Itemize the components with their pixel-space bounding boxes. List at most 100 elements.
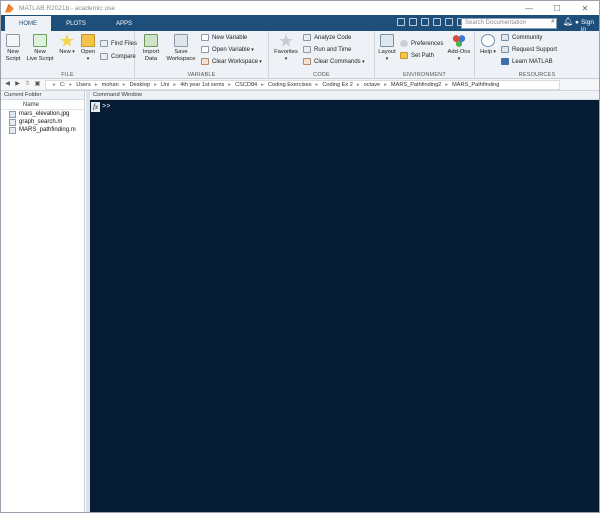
new-variable-button[interactable]: New Variable xyxy=(201,34,247,41)
breadcrumb[interactable]: MARS_Pathfinding xyxy=(452,82,499,88)
learn-matlab-button[interactable]: Learn MATLAB xyxy=(501,58,553,65)
minimize-button[interactable]: — xyxy=(515,1,543,15)
layout-icon xyxy=(380,34,394,47)
open-variable-button[interactable]: Open Variable xyxy=(201,46,254,53)
open-label: Open xyxy=(79,49,97,62)
tab-plots[interactable]: PLOTS xyxy=(53,16,99,31)
new-variable-label: New Variable xyxy=(212,34,248,41)
command-prompt: >> xyxy=(102,103,111,111)
breadcrumb[interactable]: mohan xyxy=(102,82,119,88)
compare-button[interactable]: Compare xyxy=(100,53,136,60)
gear-icon xyxy=(400,40,408,47)
file-group: NewScript NewLive Script New Open Find F… xyxy=(1,31,137,79)
file-item[interactable]: MARS_pathfinding.m xyxy=(1,126,84,134)
current-folder-panel: Current Folder Name mars_elevation.jpg g… xyxy=(1,91,85,512)
name-column-header[interactable]: Name xyxy=(1,100,84,110)
image-file-icon xyxy=(9,110,16,118)
breadcrumb[interactable]: Uni xyxy=(161,82,169,88)
favorites-star-icon xyxy=(279,34,293,47)
set-path-button[interactable]: Set Path xyxy=(400,52,434,59)
analyze-code-button[interactable]: Analyze Code xyxy=(303,34,351,41)
breadcrumb[interactable]: MARS_Pathfinding2 xyxy=(391,82,441,88)
current-folder-title: Current Folder xyxy=(1,91,84,100)
breadcrumb[interactable]: Coding Exercises xyxy=(268,82,312,88)
title-bar: MATLAB R2021b - academic use — ☐ ✕ xyxy=(1,1,599,15)
up-folder-icon[interactable]: ⇧ xyxy=(24,81,31,88)
find-files-icon xyxy=(100,40,108,47)
clear-workspace-label: Clear Workspace xyxy=(212,59,262,65)
breadcrumb[interactable]: Coding Ex 2 xyxy=(322,82,352,88)
import-data-button[interactable]: Import Data xyxy=(141,34,161,62)
path-separator: ▸ xyxy=(384,81,387,88)
community-button[interactable]: Community xyxy=(501,34,542,41)
new-live-script-button[interactable]: New Live Script xyxy=(26,34,54,62)
path-separator: ▸ xyxy=(228,81,232,88)
browse-folder-icon[interactable]: ▣ xyxy=(34,81,41,88)
new-script-label: New Script xyxy=(5,49,21,62)
layout-button[interactable]: Layout xyxy=(377,34,397,62)
help-button[interactable]: Help xyxy=(479,34,497,56)
preferences-button[interactable]: Preferences xyxy=(400,40,443,47)
variable-group: Import Data Save Workspace New Variable Op… xyxy=(135,31,269,79)
clear-commands-button[interactable]: Clear Commands xyxy=(303,58,365,65)
breadcrumb[interactable]: octave xyxy=(364,82,380,88)
favorites-button[interactable]: Favorites xyxy=(273,34,299,62)
save-workspace-button[interactable]: Save Workspace xyxy=(166,34,196,62)
file-group-label: FILE xyxy=(61,72,74,78)
tab-home[interactable]: HOME xyxy=(5,16,51,31)
variable-group-label: VARIABLE xyxy=(187,72,216,78)
find-files-label: Find Files xyxy=(111,40,138,47)
breadcrumb[interactable]: Desktop xyxy=(130,82,151,88)
environment-group-label: ENVIRONMENT xyxy=(403,72,446,78)
clear-commands-label: Clear Commands xyxy=(314,59,365,65)
save-workspace-label: Save Workspace xyxy=(166,49,196,62)
paste-icon[interactable] xyxy=(433,18,441,26)
breadcrumb[interactable]: Users xyxy=(76,82,91,88)
new-script-icon xyxy=(6,34,20,47)
file-item[interactable]: mars_elevation.jpg xyxy=(1,110,84,118)
breadcrumb[interactable]: C: xyxy=(60,82,66,88)
code-group-label: CODE xyxy=(313,72,330,78)
address-bar: ◀ ▶ ⇧ ▣ ▸ C: ▸ Users ▸ mohan ▸ Desktop ▸ Uni… xyxy=(1,79,599,91)
breadcrumb[interactable]: CSCD84 xyxy=(235,82,257,88)
back-arrow-icon[interactable]: ◀ xyxy=(4,81,11,88)
new-button[interactable]: New xyxy=(58,34,76,56)
new-script-button[interactable]: New Script xyxy=(4,34,22,62)
cut-icon[interactable] xyxy=(409,18,417,26)
path-separator: ▸ xyxy=(445,81,449,88)
community-label: Community xyxy=(512,34,543,41)
path-separator: ▸ xyxy=(315,81,319,88)
open-variable-label: Open Variable xyxy=(212,47,254,53)
command-window-input[interactable]: fx >> xyxy=(90,100,599,512)
compare-label: Compare xyxy=(111,53,136,60)
path-separator: ▸ xyxy=(261,81,264,88)
path-separator: ▸ xyxy=(94,81,98,88)
run-and-time-icon xyxy=(303,46,311,53)
find-files-button[interactable]: Find Files xyxy=(100,40,137,47)
open-button[interactable]: Open xyxy=(79,34,97,62)
maximize-button[interactable]: ☐ xyxy=(543,1,571,15)
current-folder-path[interactable]: ▸ C: ▸ Users ▸ mohan ▸ Desktop ▸ Uni ▸ 4th ye… xyxy=(45,79,560,90)
forward-arrow-icon[interactable]: ▶ xyxy=(14,81,21,88)
window-title: MATLAB R2021b - academic use xyxy=(19,4,115,12)
new-live-script-icon xyxy=(33,34,47,47)
function-browser-button[interactable]: fx xyxy=(91,102,100,112)
new-label: New xyxy=(59,49,75,56)
breadcrumb[interactable]: 4th year 1st sems xyxy=(180,82,224,88)
tab-apps[interactable]: APPS xyxy=(101,16,147,31)
request-support-label: Request Support xyxy=(512,46,558,53)
request-support-button[interactable]: Request Support xyxy=(501,46,557,53)
clear-workspace-icon xyxy=(201,58,209,65)
notification-bell-icon[interactable]: 🔔︎ xyxy=(563,17,573,26)
file-item[interactable]: graph_search.m xyxy=(1,118,84,126)
clear-workspace-button[interactable]: Clear Workspace xyxy=(201,58,262,65)
copy-icon[interactable] xyxy=(421,18,429,26)
path-separator: ▸ xyxy=(356,81,360,88)
add-ons-button[interactable]: Add-Ons xyxy=(447,34,471,62)
search-documentation-input[interactable]: Search Documentation xyxy=(461,18,557,29)
undo-icon[interactable] xyxy=(445,18,453,26)
environment-group: Layout Preferences Set Path Add-Ons ENVI… xyxy=(375,31,475,79)
close-button[interactable]: ✕ xyxy=(571,1,599,15)
save-icon[interactable] xyxy=(397,18,405,26)
run-and-time-button[interactable]: Run and Time xyxy=(303,46,351,53)
